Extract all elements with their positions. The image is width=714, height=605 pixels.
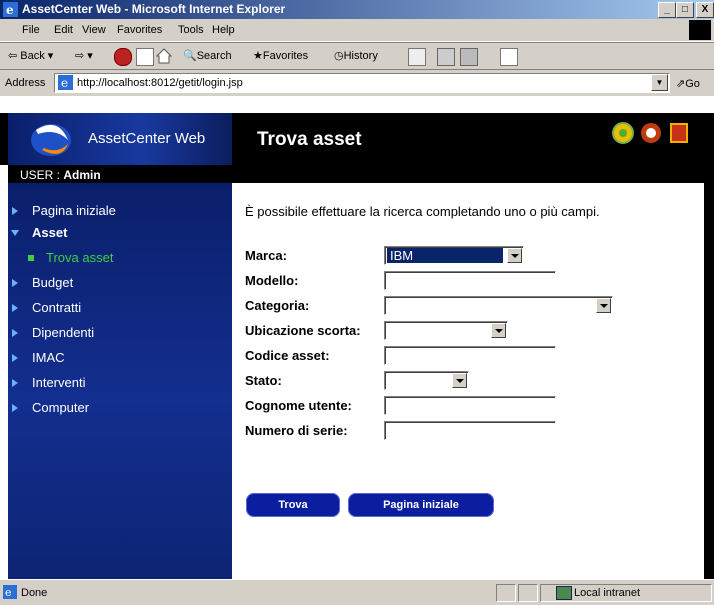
chevron-right-icon (12, 329, 18, 337)
chevron-right-icon (12, 379, 18, 387)
ie-page-icon: e (3, 585, 17, 599)
chevron-down-icon (11, 230, 19, 236)
home-page-button[interactable]: Pagina iniziale (348, 493, 494, 517)
address-url: http://localhost:8012/getit/login.jsp (77, 77, 243, 89)
help-icon[interactable] (612, 122, 634, 144)
window-title: AssetCenter Web - Microsoft Internet Exp… (22, 2, 286, 16)
edit-icon[interactable] (460, 48, 478, 66)
go-button[interactable]: ⇗Go (676, 77, 700, 90)
chevron-right-icon (12, 207, 18, 215)
chevron-right-icon (12, 304, 18, 312)
print-icon[interactable] (437, 48, 455, 66)
brand-name: AssetCenter Web (88, 130, 206, 147)
form-intro: È possibile effettuare la ricerca comple… (245, 204, 600, 219)
cognome-label: Cognome utente: (245, 398, 352, 413)
codice-input[interactable] (384, 346, 556, 365)
seriale-label: Numero di serie: (245, 423, 348, 438)
windows-logo-icon (689, 20, 711, 40)
menu-edit[interactable]: Edit (54, 24, 73, 36)
menu-favorites[interactable]: Favorites (117, 24, 162, 36)
title-bar: e AssetCenter Web - Microsoft Internet E… (0, 0, 714, 19)
chevron-right-icon (12, 354, 18, 362)
marca-select[interactable]: IBM (384, 246, 524, 265)
history-button[interactable]: ◷History (334, 49, 378, 62)
svg-text:e: e (6, 3, 14, 17)
cognome-input[interactable] (384, 396, 556, 415)
intranet-icon (556, 586, 572, 600)
home-icon[interactable] (155, 48, 173, 64)
assetcenter-logo-icon (31, 124, 71, 156)
sidebar-item-label: Computer (32, 400, 90, 415)
ubicazione-select[interactable] (384, 321, 508, 340)
refresh-icon[interactable] (136, 48, 154, 66)
sidebar-item-label: Contratti (32, 300, 82, 315)
mail-icon[interactable] (408, 48, 426, 66)
forward-button[interactable]: ⇨ ▾ (75, 49, 93, 62)
chevron-down-icon[interactable] (596, 298, 611, 313)
svg-text:e: e (61, 76, 68, 90)
status-text: Done (21, 587, 48, 599)
page-content: AssetCenter Web Trova asset USER : Admin… (0, 96, 714, 579)
sidebar-item-label: Budget (32, 275, 74, 290)
user-info: USER : Admin (20, 168, 101, 182)
menu-help[interactable]: Help (212, 24, 235, 36)
menu-file[interactable]: File (22, 24, 40, 36)
back-button[interactable]: ⇦ Back ▾ (8, 49, 53, 62)
modello-input[interactable] (384, 271, 556, 290)
codice-label: Codice asset: (245, 348, 330, 363)
toolbar: ⇦ Back ▾ ⇨ ▾ 🔍Search ★Favorites ◷History (0, 42, 714, 70)
menu-view[interactable]: View (82, 24, 106, 36)
sidebar-item-label: Interventi (32, 375, 86, 390)
categoria-label: Categoria: (245, 298, 310, 313)
categoria-select[interactable] (384, 296, 613, 315)
menu-tools[interactable]: Tools (178, 24, 204, 36)
trova-button[interactable]: Trova (246, 493, 340, 517)
user-bar: USER : Admin (8, 165, 714, 183)
ubicazione-label: Ubicazione scorta: (245, 323, 361, 338)
chevron-right-icon (12, 404, 18, 412)
address-dropdown[interactable]: ▼ (651, 74, 668, 91)
modello-label: Modello: (245, 273, 299, 288)
chevron-down-icon[interactable] (491, 323, 506, 338)
discuss-icon[interactable] (500, 48, 518, 66)
menu-bar: File Edit View Favorites Tools Help (0, 19, 714, 42)
sidebar-item-label: IMAC (32, 350, 65, 365)
ie-icon: e (3, 2, 18, 17)
bullet-icon (28, 255, 34, 261)
page-edge (704, 113, 714, 579)
logo-area: AssetCenter Web (8, 113, 232, 165)
sidebar-item-label: Dipendenti (32, 325, 95, 340)
favorites-button[interactable]: ★Favorites (253, 49, 308, 62)
seriale-input[interactable] (384, 421, 556, 440)
status-bar: e Done Local intranet (0, 579, 714, 605)
chevron-down-icon[interactable] (507, 248, 522, 263)
stato-select[interactable] (384, 371, 469, 390)
maximize-button[interactable]: □ (676, 2, 694, 18)
page-icon: e (58, 75, 73, 90)
chevron-right-icon (12, 279, 18, 287)
address-input[interactable]: e http://localhost:8012/getit/login.jsp … (54, 73, 670, 93)
status-pane (518, 584, 538, 602)
sidebar-item-label: Trova asset (46, 250, 114, 265)
address-label: Address (5, 77, 46, 89)
close-button[interactable]: X (696, 2, 714, 18)
marca-selected-value: IBM (387, 248, 503, 263)
settings-icon[interactable] (640, 122, 662, 144)
stop-icon[interactable] (114, 48, 132, 66)
marca-label: Marca: (245, 248, 287, 263)
minimize-button[interactable]: _ (658, 2, 676, 18)
sidebar-item-label: Asset (32, 225, 68, 240)
exit-icon[interactable] (668, 122, 690, 144)
address-bar: Address e http://localhost:8012/getit/lo… (0, 69, 714, 96)
status-pane (496, 584, 516, 602)
sidebar: Pagina iniziale Asset Trova asset Budget… (8, 183, 232, 579)
sidebar-item-label: Pagina iniziale (32, 203, 116, 218)
chevron-down-icon[interactable] (452, 373, 467, 388)
page-title: Trova asset (257, 129, 362, 150)
search-button[interactable]: 🔍Search (183, 49, 232, 62)
svg-text:e: e (5, 586, 12, 599)
status-zone: Local intranet (574, 587, 641, 599)
stato-label: Stato: (245, 373, 282, 388)
